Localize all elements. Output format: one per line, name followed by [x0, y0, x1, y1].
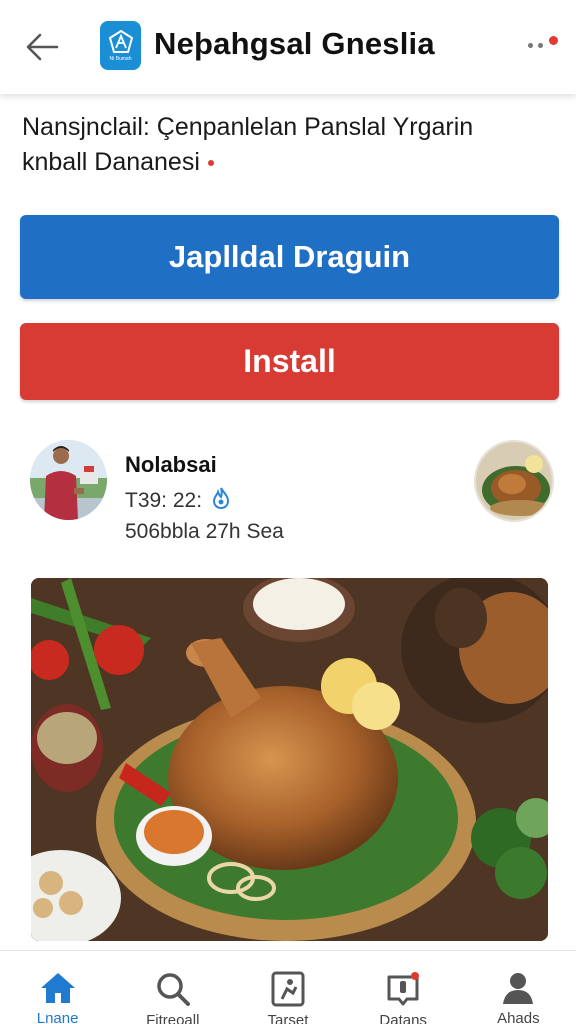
more-button[interactable] — [522, 34, 562, 58]
hero-food-image[interactable] — [31, 578, 548, 941]
intro-line-1: Nansjnclail: Çenpanlelan Panslal Yrgarin — [22, 113, 474, 141]
roast-chicken-image — [31, 578, 548, 941]
avatar[interactable] — [30, 440, 107, 520]
nav-item-home[interactable]: Lnane — [0, 951, 115, 1024]
post-author-name[interactable]: Nolabsai — [125, 452, 217, 478]
profile-icon — [498, 971, 538, 1005]
nav-item-search[interactable]: Fitreoall — [115, 951, 230, 1024]
app-logo: Ni Bumah — [100, 21, 141, 70]
back-button[interactable] — [20, 25, 64, 69]
nav-label-home: Lnane — [36, 1010, 79, 1024]
device-icon — [383, 971, 423, 1007]
home-icon — [38, 971, 78, 1005]
more-dots-icon — [528, 43, 533, 48]
avatar-image — [30, 440, 107, 520]
nav-item-data[interactable]: Datans — [346, 951, 461, 1024]
notification-dot — [549, 36, 558, 45]
nav-item-profile[interactable]: Ahads — [461, 951, 576, 1024]
logo-caption: Ni Bumah — [109, 55, 132, 62]
bottom-nav: Lnane Fitreoall Tarset Datans Ahads — [0, 950, 576, 1024]
roast-chicken-thumb-image — [476, 442, 552, 520]
intro-line-2: knball Dananesi — [22, 148, 200, 176]
more-dots-icon — [538, 43, 543, 48]
nav-label-target: Tarset — [267, 1012, 309, 1024]
nav-label-data: Datans — [379, 1012, 427, 1024]
intro-text: Nansjnclail: Çenpanlelan Panslal Yrgarin… — [22, 110, 552, 180]
post-meta-text: T39: 22: — [125, 489, 203, 512]
primary-action-button[interactable]: Japlldal Draguin — [20, 215, 559, 299]
logo-emblem-icon — [108, 29, 133, 53]
arrow-left-icon — [26, 33, 59, 61]
app-bar: Ni Bumah Neþahgsal Gneslia — [0, 0, 576, 94]
nav-label-search: Fitreoall — [146, 1012, 200, 1024]
nav-item-target[interactable]: Tarset — [230, 951, 345, 1024]
post-subtext: 506bbla 27h Sea — [125, 520, 284, 543]
app-title: Neþahgsal Gneslia — [154, 26, 435, 61]
install-button[interactable]: Install — [20, 323, 559, 400]
post-thumbnail[interactable] — [474, 440, 554, 522]
target-icon — [268, 971, 308, 1007]
status-dot — [207, 160, 214, 167]
nav-label-profile: Ahads — [497, 1010, 540, 1024]
search-icon — [153, 971, 193, 1007]
post-meta: T39: 22: — [125, 487, 230, 515]
flame-icon — [212, 487, 230, 515]
